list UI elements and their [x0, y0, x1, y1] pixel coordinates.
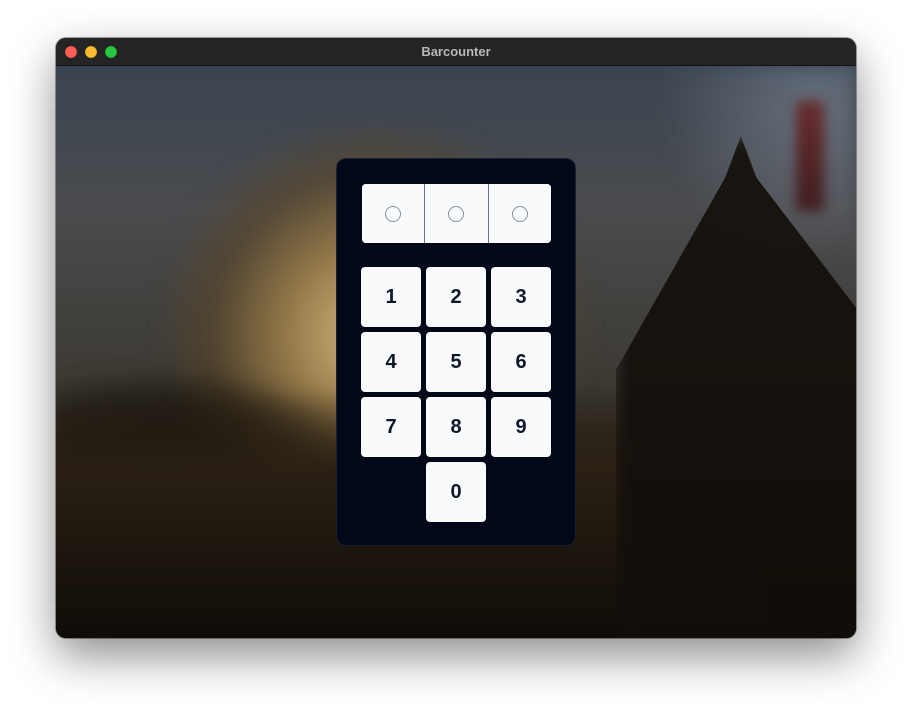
- circle-outline-icon: [511, 205, 528, 222]
- circle-outline-icon: [448, 205, 465, 222]
- pin-display: [362, 184, 551, 243]
- key-2-button[interactable]: 2: [426, 267, 486, 327]
- key-5-button[interactable]: 5: [426, 332, 486, 392]
- key-8-button[interactable]: 8: [426, 397, 486, 457]
- key-4-button[interactable]: 4: [361, 332, 421, 392]
- key-3-button[interactable]: 3: [491, 267, 551, 327]
- digit-keys: 1 2 3 4 5 6 7 8 9 0: [361, 267, 553, 523]
- pin-keypad-panel: 1 2 3 4 5 6 7 8 9 0: [336, 158, 576, 546]
- key-9-button[interactable]: 9: [491, 397, 551, 457]
- window-title: Barcounter: [421, 44, 491, 59]
- pin-slot-1: [362, 184, 425, 243]
- pin-slot-2: [424, 184, 488, 243]
- pin-slot-3: [487, 184, 551, 243]
- circle-outline-icon: [385, 205, 402, 222]
- key-0-button[interactable]: 0: [426, 462, 486, 522]
- app-window: Barcounter 1 2 3 4 5 6 7 8 9 0: [56, 38, 856, 638]
- key-1-button[interactable]: 1: [361, 267, 421, 327]
- key-7-button[interactable]: 7: [361, 397, 421, 457]
- key-6-button[interactable]: 6: [491, 332, 551, 392]
- title-bar[interactable]: Barcounter: [56, 38, 856, 66]
